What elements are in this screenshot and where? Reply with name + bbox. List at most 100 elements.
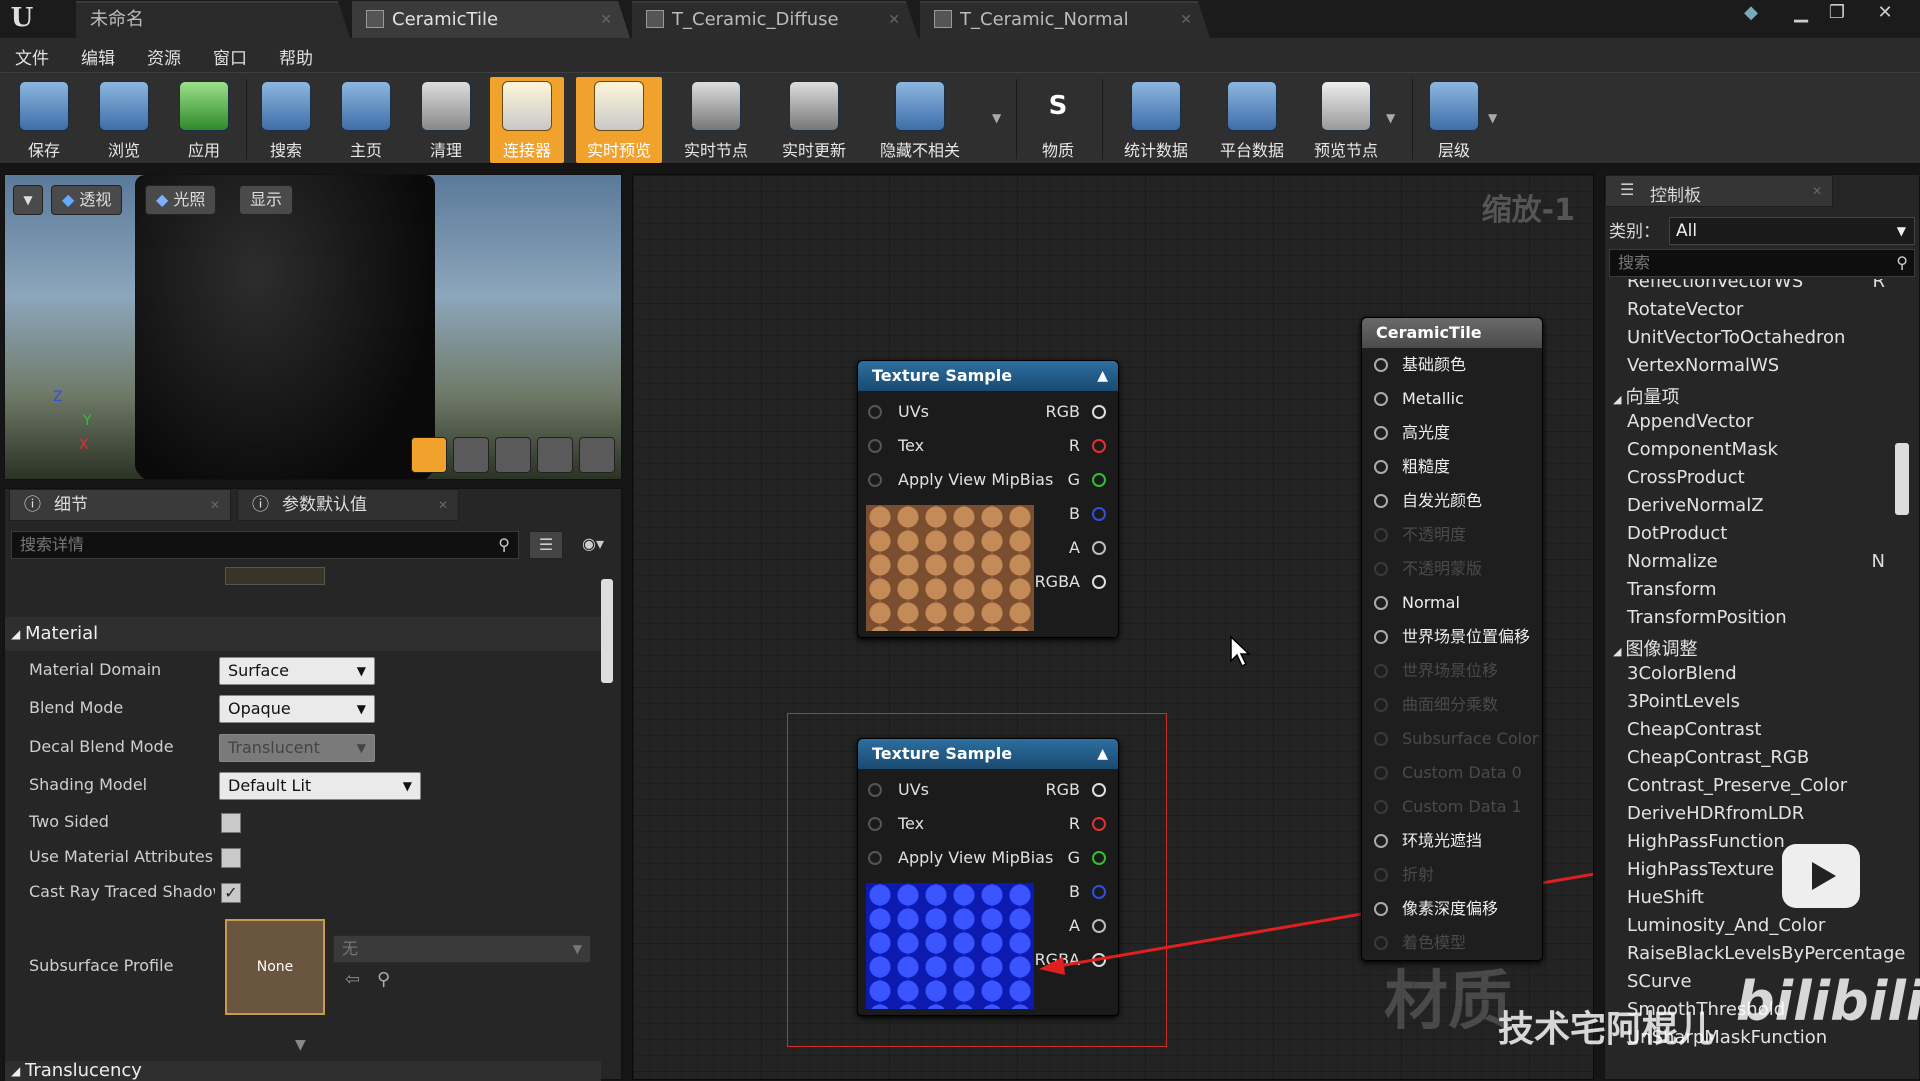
minimize-button[interactable]: ▁ xyxy=(1786,2,1816,26)
palette-category[interactable]: ◢ 图像调整 xyxy=(1613,635,1697,661)
material-input-pin-row[interactable]: 不透明蒙版 xyxy=(1362,552,1542,586)
tab-ceramictile[interactable]: CeramicTile ✕ xyxy=(352,1,630,38)
palette-item[interactable]: 3ColorBlend xyxy=(1627,663,1737,684)
expand-arrow-icon[interactable]: ▼ xyxy=(295,1037,306,1053)
input-pin[interactable] xyxy=(1374,426,1388,440)
lit-button[interactable]: ◆ 光照 xyxy=(145,185,217,215)
collapse-triangle-icon[interactable]: ▲ xyxy=(1097,739,1108,769)
palette-item[interactable]: ComponentMask xyxy=(1627,439,1778,460)
hierarchy-button[interactable]: 层级 xyxy=(1414,77,1494,163)
material-graph-canvas[interactable]: 缩放-1 Texture Sample ▲ UVs RGB Tex R Apply V… xyxy=(632,174,1594,1080)
input-pin[interactable] xyxy=(1374,596,1388,610)
material-input-pin-row[interactable]: Custom Data 0 xyxy=(1362,756,1542,790)
input-pin[interactable] xyxy=(868,851,882,865)
palette-item[interactable]: DeriveHDRfromLDR xyxy=(1627,803,1804,824)
preview-node-button[interactable]: 预览节点 xyxy=(1304,77,1388,163)
palette-scrollbar[interactable] xyxy=(1895,443,1909,515)
menu-asset[interactable]: 资源 xyxy=(147,44,181,69)
home-button[interactable]: 主页 xyxy=(326,77,406,163)
palette-item[interactable]: ReflectionVectorWS xyxy=(1627,279,1803,292)
close-icon[interactable]: ✕ xyxy=(600,3,612,37)
use-material-attributes-checkbox[interactable] xyxy=(221,848,241,868)
details-search-input[interactable]: 搜索详情 ⚲ xyxy=(11,531,519,559)
input-pin[interactable] xyxy=(1374,902,1388,916)
palette-item[interactable]: RaiseBlackLevelsByPercentage xyxy=(1627,943,1905,964)
material-input-pin-row[interactable]: 高光度 xyxy=(1362,416,1542,450)
menu-edit[interactable]: 编辑 xyxy=(81,44,115,69)
material-input-pin-row[interactable]: 不透明度 xyxy=(1362,518,1542,552)
output-pin[interactable] xyxy=(1092,439,1106,453)
tab-t-ceramic-normal[interactable]: T_Ceramic_Normal ✕ xyxy=(920,1,1210,38)
perspective-button[interactable]: ◆ 透视 xyxy=(51,185,123,215)
palette-item[interactable]: Transform xyxy=(1627,579,1717,600)
input-pin[interactable] xyxy=(1374,834,1388,848)
texture-sample-node[interactable]: Texture Sample ▲ UVs RGB Tex R Apply View M… xyxy=(857,360,1119,638)
input-pin[interactable] xyxy=(1374,494,1388,508)
section-material[interactable]: ◢ Material xyxy=(5,617,601,651)
input-pin[interactable] xyxy=(1374,936,1388,950)
main-material-node[interactable]: CeramicTile 基础颜色 Metallic 高光度 粗糙度 自发光颜色 不透明度不… xyxy=(1361,317,1543,961)
connectors-button[interactable]: 连接器 xyxy=(490,77,564,163)
material-input-pin-row[interactable]: 像素深度偏移 xyxy=(1362,892,1542,926)
section-translucency[interactable]: ◢ Translucency xyxy=(5,1061,601,1081)
viewport-options-button[interactable]: ▼ xyxy=(13,185,43,215)
input-pin[interactable] xyxy=(1374,868,1388,882)
palette-item[interactable]: DeriveNormalZ xyxy=(1627,495,1764,516)
input-pin[interactable] xyxy=(1374,698,1388,712)
teapot-preview-icon[interactable] xyxy=(579,437,615,473)
palette-search-input[interactable]: 搜索 ⚲ xyxy=(1609,249,1915,277)
output-pin[interactable] xyxy=(1092,575,1106,589)
browse-button[interactable]: 浏览 xyxy=(84,77,164,163)
menu-file[interactable]: 文件 xyxy=(15,44,49,69)
shading-model-select[interactable]: Default Lit ▼ xyxy=(219,772,421,800)
input-pin[interactable] xyxy=(868,817,882,831)
palette-item[interactable]: Luminosity_And_Color xyxy=(1627,915,1825,936)
tab-palette[interactable]: ☰ 控制板 ✕ xyxy=(1605,175,1833,207)
output-pin[interactable] xyxy=(1092,541,1106,555)
palette-item[interactable]: CheapContrast xyxy=(1627,719,1761,740)
material-domain-select[interactable]: Surface ▼ xyxy=(219,657,375,685)
palette-item[interactable]: HueShift xyxy=(1627,887,1704,908)
input-pin[interactable] xyxy=(1374,528,1388,542)
node-header[interactable]: Texture Sample ▲ xyxy=(858,361,1118,391)
palette-item[interactable]: 3PointLevels xyxy=(1627,691,1740,712)
material-input-pin-row[interactable]: 世界场景位移 xyxy=(1362,654,1542,688)
blend-mode-select[interactable]: Opaque ▼ xyxy=(219,695,375,723)
two-sided-checkbox[interactable] xyxy=(221,813,241,833)
close-icon[interactable]: ✕ xyxy=(438,490,448,520)
input-pin[interactable] xyxy=(1374,460,1388,474)
view-options-icon[interactable]: ☰ xyxy=(529,531,563,559)
palette-item[interactable]: CheapContrast_RGB xyxy=(1627,747,1809,768)
subsurface-profile-select[interactable]: 无 ▼ xyxy=(333,935,591,963)
use-selected-arrow-icon[interactable]: ⇦ xyxy=(345,969,360,990)
live-nodes-button[interactable]: 实时节点 xyxy=(674,77,758,163)
palette-item[interactable]: DotProduct xyxy=(1627,523,1727,544)
input-pin[interactable] xyxy=(1374,766,1388,780)
chevron-down-icon[interactable]: ▼ xyxy=(1488,111,1497,125)
output-pin[interactable] xyxy=(1092,473,1106,487)
notification-icon[interactable]: ◆ xyxy=(1736,2,1766,26)
palette-item[interactable]: Normalize xyxy=(1627,551,1718,572)
chevron-down-icon[interactable]: ▼ xyxy=(1386,111,1395,125)
close-icon[interactable]: ✕ xyxy=(1812,184,1822,198)
material-input-pin-row[interactable]: 粗糙度 xyxy=(1362,450,1542,484)
apply-button[interactable]: 应用 xyxy=(164,77,244,163)
tab-t-ceramic-diffuse[interactable]: T_Ceramic_Diffuse ✕ xyxy=(632,1,918,38)
material-input-pin-row[interactable]: 自发光颜色 xyxy=(1362,484,1542,518)
stats-button[interactable]: 统计数据 xyxy=(1114,77,1198,163)
collapse-triangle-icon[interactable]: ▲ xyxy=(1097,361,1108,391)
palette-item[interactable]: AppendVector xyxy=(1627,411,1753,432)
node-header[interactable]: CeramicTile xyxy=(1362,318,1542,348)
tab-details[interactable]: ⓘ 细节 ✕ xyxy=(9,489,231,521)
material-input-pin-row[interactable]: Normal xyxy=(1362,586,1542,620)
category-select[interactable]: All ▼ xyxy=(1669,217,1915,245)
material-input-pin-row[interactable]: 曲面细分乘数 xyxy=(1362,688,1542,722)
sphere-preview-icon[interactable] xyxy=(453,437,489,473)
output-pin[interactable] xyxy=(1092,783,1106,797)
input-pin[interactable] xyxy=(868,439,882,453)
tab-untitled[interactable]: 未命名 xyxy=(76,1,350,38)
palette-category[interactable]: ◢ 向量项 xyxy=(1613,383,1679,409)
material-input-pin-row[interactable]: 世界场景位置偏移 xyxy=(1362,620,1542,654)
input-pin[interactable] xyxy=(1374,392,1388,406)
output-pin[interactable] xyxy=(1092,405,1106,419)
